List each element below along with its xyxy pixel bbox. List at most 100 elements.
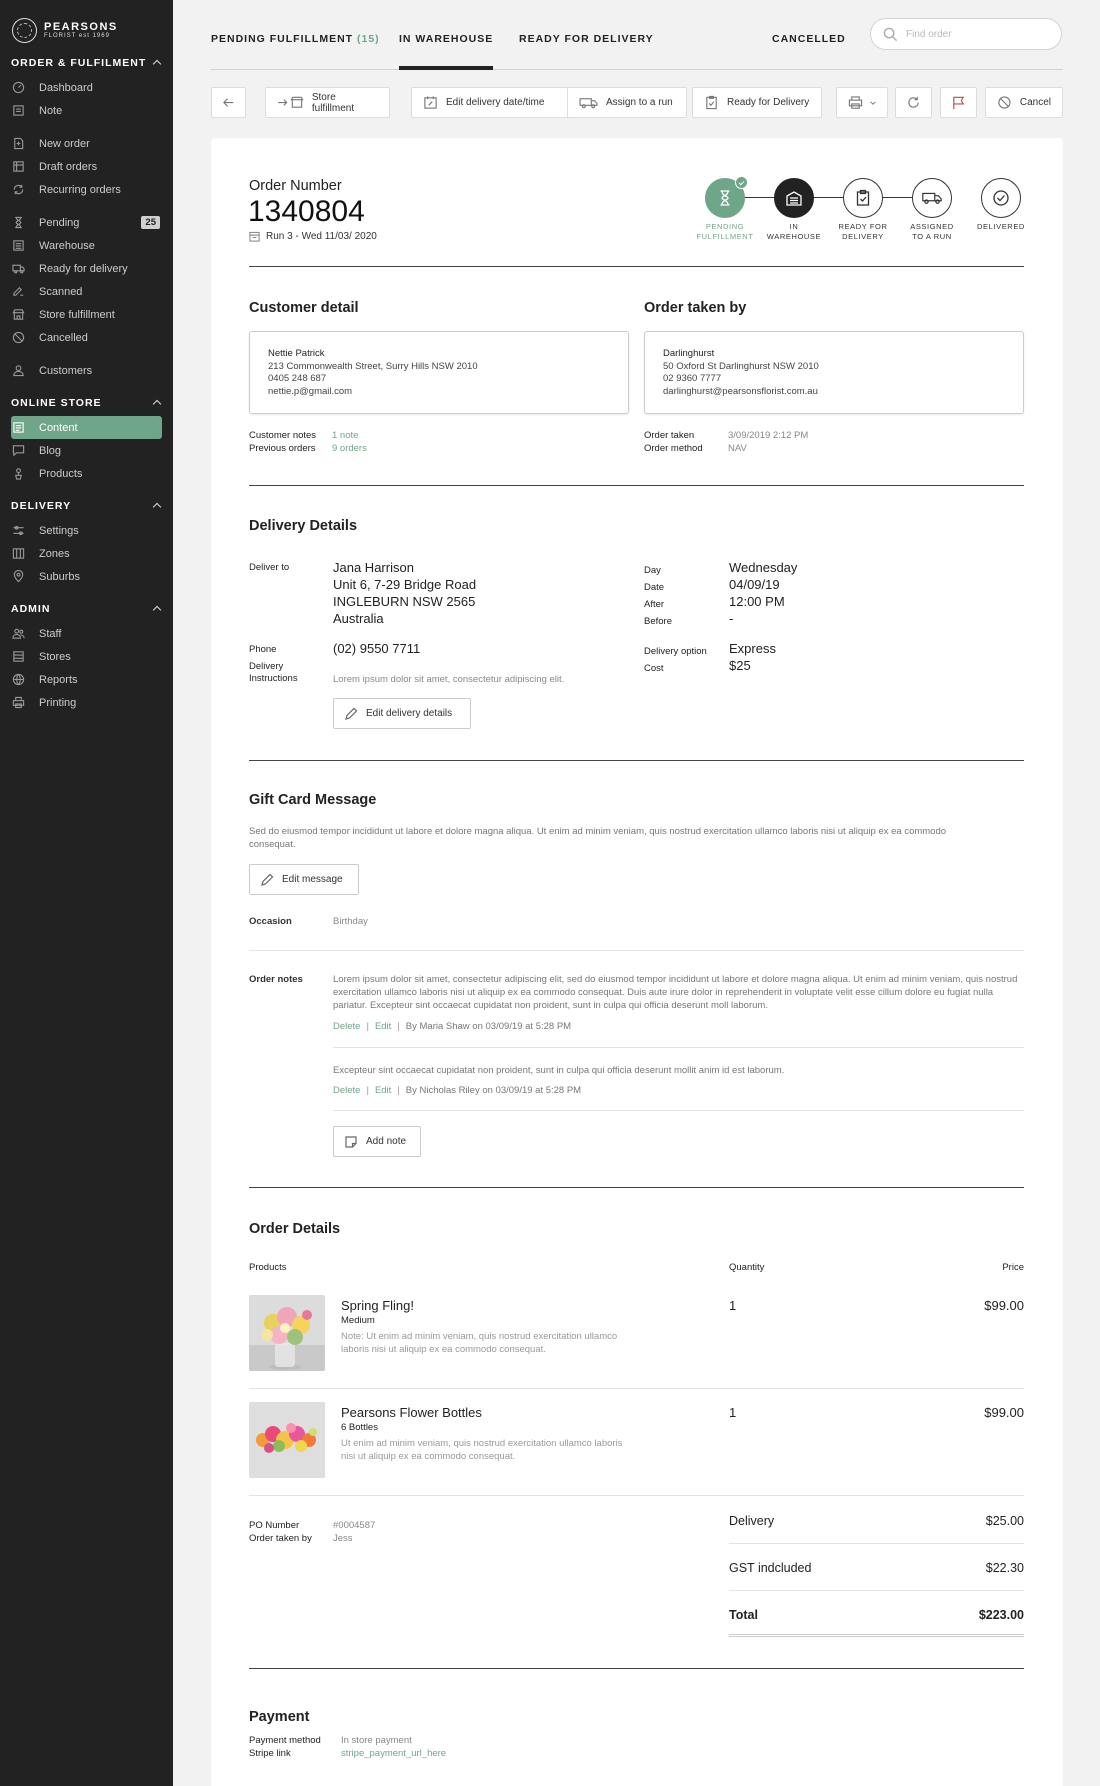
sidebar-item-pending[interactable]: Pending 25 [11,211,162,234]
sidebar-item-label: Content [39,421,78,434]
sidebar-item-products[interactable]: Products [11,462,162,485]
sidebar-item-label: Store fulfillment [39,308,115,321]
sliders-icon [12,524,25,537]
sidebar-item-ready-for-delivery[interactable]: Ready for delivery [11,257,162,280]
delete-note-link[interactable]: Delete [333,1021,360,1032]
product-image-spring-fling[interactable] [249,1295,325,1371]
delivery-time-labels: Day Date After Before [644,562,672,630]
edit-delivery-details-button[interactable]: Edit delivery details [333,698,471,729]
content-icon [12,421,25,434]
store-fulfillment-button[interactable]: Store fulfillment [265,87,390,118]
check-icon [735,176,748,189]
previous-orders-label: Previous orders [249,442,316,454]
edit-delivery-datetime-button[interactable]: Edit delivery date/time [411,87,569,118]
payment-method-label: Payment method [249,1735,321,1746]
chevron-up-icon[interactable] [152,604,162,614]
delivery-before: - [729,611,734,626]
product-image-flower-bottles[interactable] [249,1402,325,1478]
order-method-label: Order method [644,442,703,454]
truck-icon [12,262,25,275]
customer-detail-box: Nettie Patrick 213 Commonwealth Street, … [249,331,629,414]
sidebar-item-dashboard[interactable]: Dashboard [11,76,162,99]
sidebar-item-recurring-orders[interactable]: Recurring orders [11,178,162,201]
tab-ready-for-delivery[interactable]: READY FOR DELIVERY [519,33,654,45]
cancel-order-button[interactable]: Cancel [985,87,1063,118]
sidebar-item-settings[interactable]: Settings [11,519,162,542]
order-taken-by-box: Darlinghurst 50 Oxford St Darlinghurst N… [644,331,1024,414]
order-card: Order Number 1340804 Run 3 - Wed 11/03/ … [211,138,1063,1786]
sidebar-item-content[interactable]: Content [11,416,162,439]
sidebar-item-reports[interactable]: Reports [11,668,162,691]
edit-note-link[interactable]: Edit [375,1021,391,1032]
date-label: Date [644,582,665,593]
sidebar-item-note[interactable]: Note [11,99,162,122]
product-price: $99.00 [984,1298,1024,1313]
stripe-link[interactable]: stripe_payment_url_here [341,1748,446,1761]
customer-notes-link[interactable]: 1 note [332,430,358,441]
delivery-option-values: Express $25 [729,640,776,674]
product-name: Pearsons Flower Bottles [341,1405,482,1420]
delivery-time-values: Wednesday 04/09/19 12:00 PM - [729,559,797,627]
sidebar-item-blog[interactable]: Blog [11,439,162,462]
flag-button[interactable] [940,87,977,118]
sidebar-item-new-order[interactable]: New order [11,132,162,155]
section-online-store[interactable]: ONLINE STORE [0,392,173,414]
tab-pending-fulfillment[interactable]: PENDING FULFILLMENT (15) [211,33,380,45]
sidebar-item-scanned[interactable]: Scanned [11,280,162,303]
brand-logo[interactable]: PEARSONS FLORIST est 1969 [0,0,173,44]
section-delivery[interactable]: DELIVERY [0,495,173,517]
recipient-name: Jana Harrison [333,560,414,575]
order-toolbar: Store fulfillment Edit delivery date/tim… [211,87,1063,119]
calendar-icon [249,231,260,242]
print-menu-button[interactable] [836,87,888,118]
chevron-up-icon[interactable] [152,398,162,408]
draft-icon [12,160,25,173]
tab-count: (15) [357,33,380,45]
add-note-button[interactable]: Add note [333,1126,421,1157]
delivery-instructions: Lorem ipsum dolor sit amet, consectetur … [333,674,565,685]
order-search[interactable] [870,18,1062,50]
tab-in-warehouse[interactable]: IN WAREHOUSE [399,33,494,70]
step-caption: FULFILLMENT [696,231,754,241]
sidebar-item-draft-orders[interactable]: Draft orders [11,155,162,178]
address-line-3: Australia [333,611,384,626]
note-actions: Delete | Edit | By Nicholas Riley on 03/09/1… [333,1085,582,1096]
sidebar-item-warehouse[interactable]: Warehouse [11,234,162,257]
previous-orders-link[interactable]: 9 orders [332,443,367,454]
edit-note-link[interactable]: Edit [375,1085,391,1096]
warehouse-icon [786,191,802,206]
cost-label: Cost [644,663,664,674]
blog-icon [12,444,25,457]
sidebar-item-suburbs[interactable]: Suburbs [11,565,162,588]
section-admin[interactable]: ADMIN [0,598,173,620]
back-button[interactable] [211,87,246,118]
sidebar-item-stores[interactable]: Stores [11,645,162,668]
sidebar-item-cancelled[interactable]: Cancelled [11,326,162,349]
phone-label: Phone [249,644,277,655]
search-input[interactable] [906,28,1046,40]
sidebar-item-staff[interactable]: Staff [11,622,162,645]
sidebar-item-store-fulfillment[interactable]: Store fulfillment [11,303,162,326]
sidebar-item-zones[interactable]: Zones [11,542,162,565]
building-icon [12,650,25,663]
order-taken-meta: Order taken 3/09/2019 2:12 PM Order metho… [644,430,884,455]
chevron-up-icon[interactable] [152,501,162,511]
step-caption: DELIVERY [842,231,884,241]
sidebar-item-printing[interactable]: Printing [11,691,162,714]
sidebar-item-label: Ready for delivery [39,262,128,275]
tab-cancelled[interactable]: CANCELLED [772,33,846,45]
order-details-heading: Order Details [249,1221,341,1237]
order-taken-label: Order taken [644,430,695,441]
sidebar-item-label: New order [39,137,90,150]
delete-note-link[interactable]: Delete [333,1085,360,1096]
section-order-fulfilment[interactable]: ORDER & FULFILMENT [0,52,173,74]
ready-for-delivery-button[interactable]: Ready for Delivery [692,87,822,118]
flower-bouquet-image [249,1295,325,1371]
assign-to-run-button[interactable]: Assign to a run [567,87,687,118]
chevron-up-icon[interactable] [152,58,162,68]
sidebar-item-customers[interactable]: Customers [11,359,162,382]
tab-label: PENDING FULFILLMENT [211,33,354,45]
refresh-button[interactable] [895,87,932,118]
deliver-to-label: Deliver to [249,562,290,573]
edit-message-button[interactable]: Edit message [249,864,359,895]
